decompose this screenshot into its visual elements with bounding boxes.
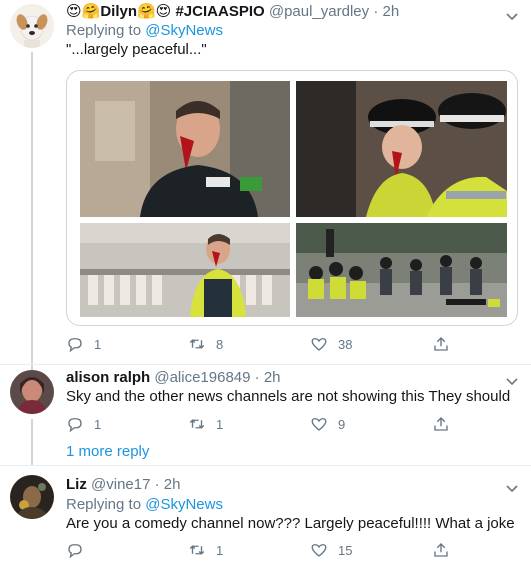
display-name[interactable]: 😍🤗Dilyn🤗😍 #JCIAASPIO xyxy=(66,3,265,20)
thread-line xyxy=(31,419,33,465)
photo-collage[interactable] xyxy=(80,81,507,317)
tweet-2[interactable]: alison ralph @alice196849 · 2h Sky and t… xyxy=(0,365,531,465)
replying-to: Replying to @SkyNews xyxy=(66,21,223,41)
replying-prefix: Replying to xyxy=(66,22,142,39)
avatar[interactable] xyxy=(10,475,54,519)
chevron-down-icon[interactable] xyxy=(505,374,519,388)
tweet-text: "...largely peaceful..." xyxy=(66,41,207,58)
separator-dot: · xyxy=(154,476,160,493)
photo-paramedic[interactable] xyxy=(80,81,290,217)
retweet-count: 1 xyxy=(216,542,224,558)
user-handle[interactable]: @vine17 xyxy=(91,476,150,493)
timestamp[interactable]: 2h xyxy=(264,369,281,386)
photo-police-officer[interactable] xyxy=(296,81,507,217)
reply-count: 1 xyxy=(94,336,102,352)
like-button[interactable]: 38 xyxy=(310,334,352,354)
tweet-header: 😍🤗Dilyn🤗😍 #JCIAASPIO @paul_yardley · 2h xyxy=(66,2,399,22)
reply-count: 1 xyxy=(94,416,102,432)
photo-crowd[interactable] xyxy=(296,223,507,317)
chevron-down-icon[interactable] xyxy=(505,481,519,495)
retweet-count: 8 xyxy=(216,336,224,352)
like-count: 15 xyxy=(338,542,353,558)
tweet-actions: 1 1 9 xyxy=(66,414,456,434)
share-button[interactable] xyxy=(432,334,460,354)
reply-button[interactable] xyxy=(66,540,94,560)
thread-line xyxy=(31,52,33,370)
reply-button[interactable]: 1 xyxy=(66,414,101,434)
share-button[interactable] xyxy=(432,414,460,434)
like-count: 38 xyxy=(338,336,353,352)
reply-icon xyxy=(68,418,82,433)
user-handle[interactable]: @paul_yardley xyxy=(269,3,369,20)
share-button[interactable] xyxy=(432,540,460,560)
reply-icon xyxy=(68,544,82,559)
separator-dot: · xyxy=(373,3,379,20)
retweet-button[interactable]: 8 xyxy=(188,334,223,354)
like-icon xyxy=(311,418,327,431)
chevron-down-icon[interactable] xyxy=(505,9,519,23)
tweet-text: Are you a comedy channel now??? Largely … xyxy=(66,515,515,532)
retweet-button[interactable]: 1 xyxy=(188,540,223,560)
tweet-text: Sky and the other news channels are not … xyxy=(66,388,511,405)
share-icon xyxy=(434,417,448,431)
tweet-actions: 1 15 xyxy=(66,540,456,560)
tweet-actions: 1 8 38 xyxy=(66,334,456,354)
tweet-1[interactable]: 😍🤗Dilyn🤗😍 #JCIAASPIO @paul_yardley · 2h … xyxy=(0,0,531,370)
share-icon xyxy=(434,543,448,557)
mention-link[interactable]: @SkyNews xyxy=(145,496,223,513)
mention-link[interactable]: @SkyNews xyxy=(145,22,223,39)
timestamp[interactable]: 2h xyxy=(382,3,399,20)
photo-steward[interactable] xyxy=(80,223,290,317)
tweet-header: Liz @vine17 · 2h xyxy=(66,475,180,495)
avatar[interactable] xyxy=(10,4,54,48)
like-icon xyxy=(311,544,327,557)
share-icon xyxy=(434,337,448,351)
retweet-button[interactable]: 1 xyxy=(188,414,223,434)
replying-to: Replying to @SkyNews xyxy=(66,495,223,515)
dog-avatar-icon xyxy=(10,4,54,48)
like-button[interactable]: 9 xyxy=(310,414,345,434)
separator-dot: · xyxy=(254,369,260,386)
media-grid[interactable] xyxy=(66,70,518,326)
tweet-3[interactable]: Liz @vine17 · 2h Replying to @SkyNews Ar… xyxy=(0,466,531,570)
retweet-icon xyxy=(189,419,205,429)
timestamp[interactable]: 2h xyxy=(164,476,181,493)
retweet-count: 1 xyxy=(216,416,224,432)
reply-button[interactable]: 1 xyxy=(66,334,101,354)
tweet-header: alison ralph @alice196849 · 2h xyxy=(66,368,281,388)
display-name[interactable]: alison ralph xyxy=(66,369,150,386)
like-icon xyxy=(311,338,327,351)
user-handle[interactable]: @alice196849 xyxy=(154,369,250,386)
show-more-replies[interactable]: 1 more reply xyxy=(66,442,149,462)
replying-prefix: Replying to xyxy=(66,496,142,513)
reply-icon xyxy=(68,338,82,353)
display-name[interactable]: Liz xyxy=(66,476,87,493)
like-count: 9 xyxy=(338,416,346,432)
retweet-icon xyxy=(189,545,205,555)
retweet-icon xyxy=(189,339,205,349)
avatar[interactable] xyxy=(10,370,54,414)
like-button[interactable]: 15 xyxy=(310,540,352,560)
